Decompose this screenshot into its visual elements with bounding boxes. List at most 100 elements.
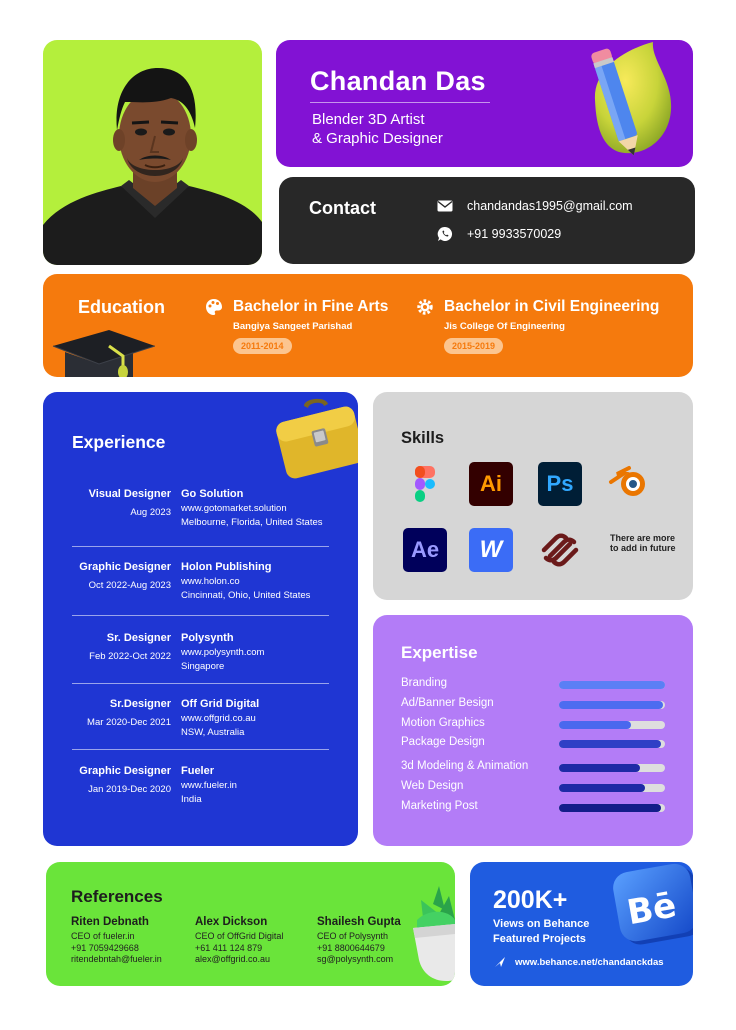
reference-phone[interactable]: +91 7059429668 xyxy=(71,943,162,955)
expertise-label: Ad/Banner Besign xyxy=(401,697,494,709)
job-divider xyxy=(72,546,329,547)
job-company: Fueler xyxy=(181,765,215,777)
job-dates: Aug 2023 xyxy=(130,507,171,518)
expertise-item: Web Design xyxy=(401,780,667,794)
expertise-item: Package Design xyxy=(401,736,667,750)
expertise-label: Branding xyxy=(401,677,448,689)
mail-icon xyxy=(437,200,453,212)
job-divider xyxy=(72,615,329,616)
gear-icon xyxy=(417,299,433,315)
after-effects-icon: Ae xyxy=(403,528,447,572)
references-title: References xyxy=(71,887,163,906)
experience-title: Experience xyxy=(72,432,166,452)
job-position: Sr.Designer xyxy=(109,698,171,710)
expertise-level-fill xyxy=(559,740,661,748)
education-card: Education Bachelor in Fine Arts Bangiya … xyxy=(43,274,693,377)
expertise-label: 3d Modeling & Animation xyxy=(401,760,529,772)
references-card: References Riten Debnath CEO of fueler.i… xyxy=(46,862,455,986)
reference-name: Riten Debnath xyxy=(71,916,149,928)
expertise-level-fill xyxy=(559,784,645,792)
job-company: Go Solution xyxy=(181,488,244,500)
contact-email[interactable]: chandandas1995@gmail.com xyxy=(467,199,633,213)
expertise-label: Marketing Post xyxy=(401,800,478,812)
experience-card: Experience Visual Designer Aug 2023 Go S… xyxy=(43,392,358,846)
expertise-item: Motion Graphics xyxy=(401,717,667,731)
expertise-item: Marketing Post xyxy=(401,800,667,814)
reference-1: Riten Debnath CEO of fueler.in +91 70594… xyxy=(71,916,162,966)
job-dates: Feb 2022-Oct 2022 xyxy=(89,651,171,662)
contact-email-row[interactable]: chandandas1995@gmail.com xyxy=(437,198,633,214)
job-position: Sr. Designer xyxy=(106,632,171,644)
education-years-1: 2011-2014 xyxy=(233,338,292,354)
education-item-2: Bachelor in Civil Engineering Jis Colleg… xyxy=(416,298,659,354)
job-url[interactable]: www.gotomarket.solution xyxy=(181,503,323,514)
expertise-level-fill xyxy=(559,721,632,729)
job-url[interactable]: www.fueler.in xyxy=(181,780,237,791)
job-dates: Oct 2022-Aug 2023 xyxy=(88,580,171,591)
cursor-icon xyxy=(495,957,505,967)
job-location: NSW, Australia xyxy=(181,727,245,738)
contact-phone-row[interactable]: +91 9933570029 xyxy=(437,226,561,242)
job-location: India xyxy=(181,794,202,805)
expertise-level-bar xyxy=(559,740,665,748)
contact-title: Contact xyxy=(309,198,376,218)
job-dates: Mar 2020-Dec 2021 xyxy=(87,717,171,728)
expertise-level-bar xyxy=(559,784,665,792)
behance-url[interactable]: www.behance.net/chandanckdas xyxy=(515,957,664,968)
expertise-level-bar xyxy=(559,804,665,812)
reference-email[interactable]: alex@offgrid.co.au xyxy=(195,954,283,966)
behance-logo-3d-icon: Bē xyxy=(613,863,693,945)
expertise-label: Web Design xyxy=(401,780,464,792)
education-school-2: Jis College Of Engineering xyxy=(444,321,565,332)
job-position: Visual Designer xyxy=(88,488,171,500)
expertise-level-fill xyxy=(559,764,640,772)
expertise-level-bar xyxy=(559,681,665,689)
briefcase-3d-icon xyxy=(276,398,358,479)
education-title: Education xyxy=(78,297,166,317)
expertise-level-bar xyxy=(559,721,665,729)
job-location: Melbourne, Florida, United States xyxy=(181,517,323,528)
job-url[interactable]: www.holon.co xyxy=(181,576,310,587)
behance-link[interactable]: www.behance.net/chandanckdas xyxy=(494,956,664,968)
job-url[interactable]: www.polysynth.com xyxy=(181,647,264,658)
palette-icon xyxy=(206,299,222,315)
education-school-1: Bangiya Sangeet Parishad xyxy=(233,321,353,332)
whatsapp-icon xyxy=(437,226,453,241)
reference-phone[interactable]: +61 411 124 879 xyxy=(195,943,283,955)
expertise-level-bar xyxy=(559,701,665,709)
reference-3: Shailesh Gupta CEO of Polysynth +91 8800… xyxy=(317,916,401,966)
plant-pot-3d-icon xyxy=(413,886,455,982)
blender-icon xyxy=(609,466,645,496)
behance-views-label: Views on Behance xyxy=(493,918,590,930)
reference-name: Alex Dickson xyxy=(195,916,268,928)
contact-phone[interactable]: +91 9933570029 xyxy=(467,227,561,241)
header-card: Chandan Das Blender 3D Artist & Graphic … xyxy=(276,40,693,167)
role-line-1: Blender 3D Artist xyxy=(312,111,425,128)
job-url[interactable]: www.offgrid.co.au xyxy=(181,713,259,724)
behance-logo-text: Bē xyxy=(624,885,679,933)
skills-more-note: There are more to add in future xyxy=(610,533,676,553)
skills-card: Skills Ai Ps Ae W There are more to add … xyxy=(373,392,693,600)
reference-email[interactable]: ritendebntah@fueler.in xyxy=(71,954,162,966)
contact-card: Contact chandandas1995@gmail.com +91 993… xyxy=(279,177,695,264)
behance-views-count: 200K+ xyxy=(493,886,568,914)
name-divider xyxy=(310,102,490,103)
expertise-label: Package Design xyxy=(401,736,485,748)
job-position: Graphic Designer xyxy=(79,561,171,573)
reference-phone[interactable]: +91 8800644679 xyxy=(317,943,401,955)
job-company: Off Grid Digital xyxy=(181,698,260,710)
job-divider xyxy=(72,683,329,684)
expertise-level-fill xyxy=(559,701,663,709)
job-location: Singapore xyxy=(181,661,225,672)
reference-role: CEO of OffGrid Digital xyxy=(195,931,284,941)
squarespace-icon xyxy=(541,533,579,567)
behance-featured-label: Featured Projects xyxy=(493,933,586,945)
expertise-level-fill xyxy=(559,681,665,689)
reference-email[interactable]: sg@polysynth.com xyxy=(317,954,401,966)
education-item-1: Bachelor in Fine Arts Bangiya Sangeet Pa… xyxy=(205,298,388,354)
illustrator-icon: Ai xyxy=(469,462,513,506)
reference-role: CEO of fueler.in xyxy=(71,931,135,941)
profile-photo-card xyxy=(43,40,262,265)
expertise-label: Motion Graphics xyxy=(401,717,485,729)
skills-title: Skills xyxy=(401,429,445,447)
